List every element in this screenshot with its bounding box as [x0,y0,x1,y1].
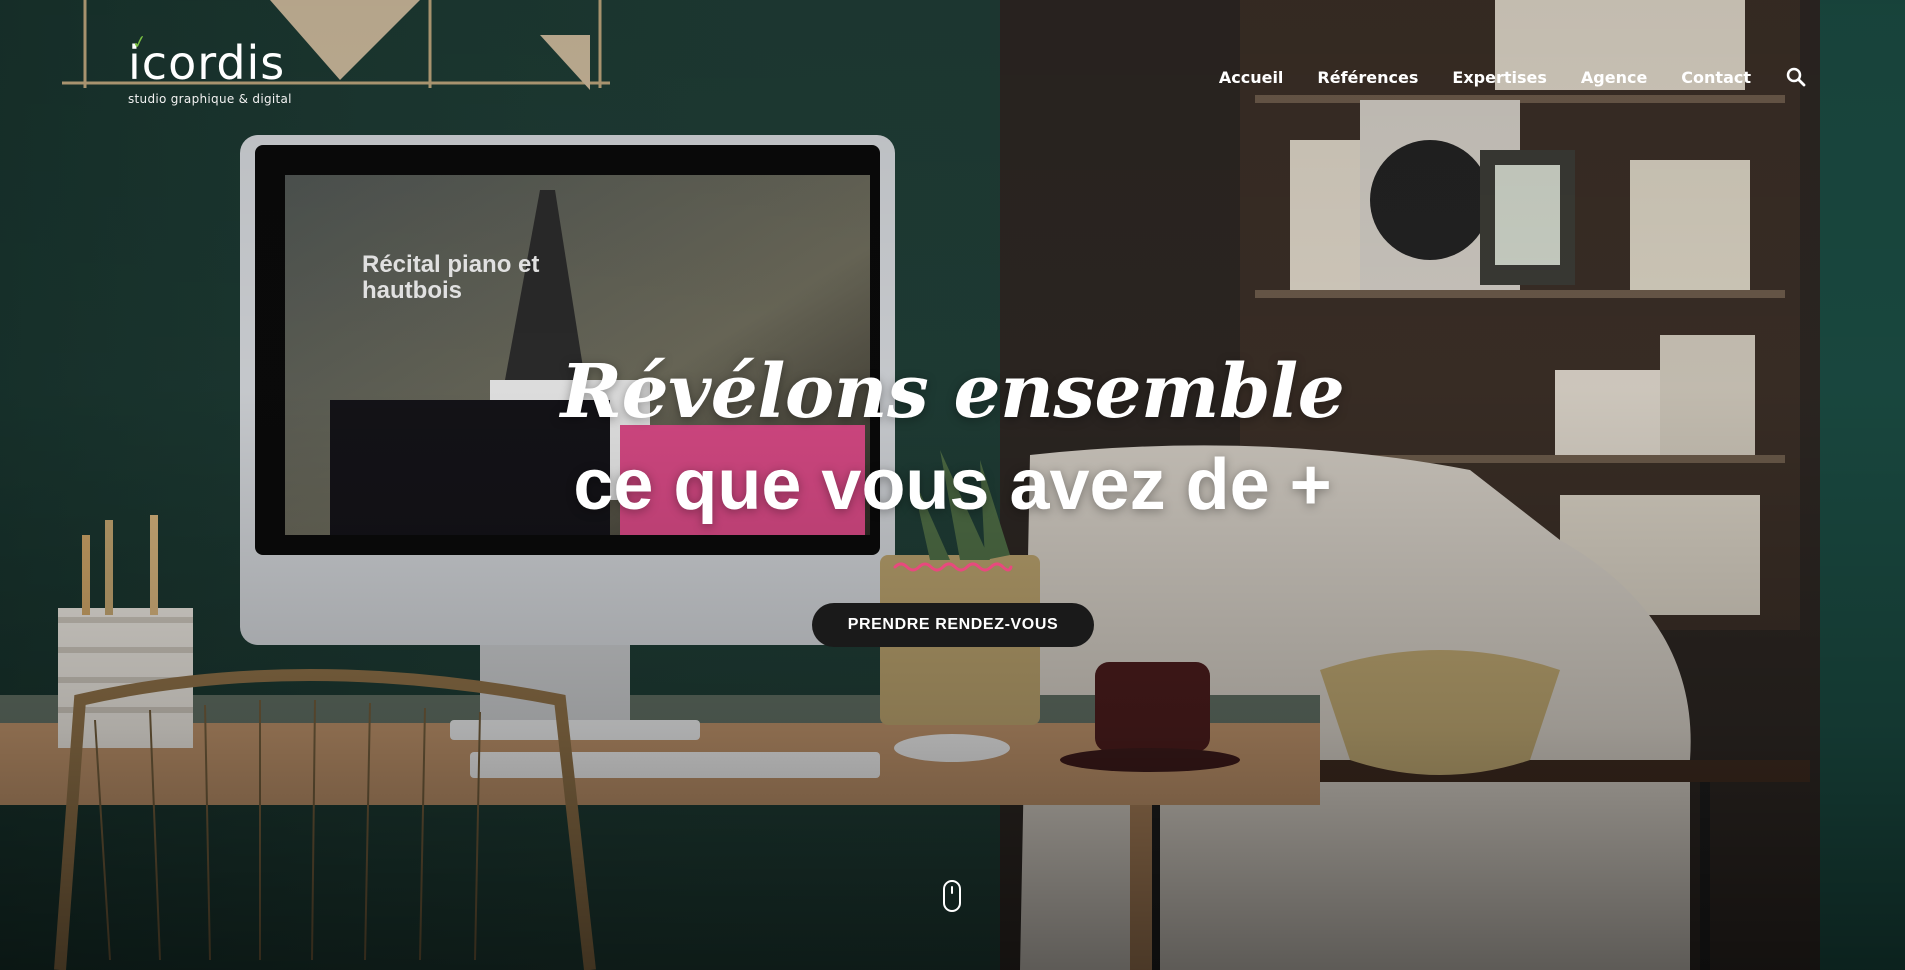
nav-item-agence[interactable]: Agence [1581,68,1647,87]
hero-title-line2: ce que vous avez de + [573,445,1332,525]
squiggle-underline-icon [893,562,1013,572]
search-icon[interactable] [1785,66,1807,88]
site-logo[interactable]: icordis ✓ studio graphique & digital [128,31,292,106]
nav-item-contact[interactable]: Contact [1681,68,1751,87]
nav-item-references[interactable]: Références [1317,68,1418,87]
nav-item-accueil[interactable]: Accueil [1219,68,1284,87]
hero-headline: Révélons ensemble ce que vous avez de + [0,355,1905,521]
logo-wordmark: icordis [128,36,286,90]
screen-title-line2: hautbois [362,277,462,304]
book-appointment-button[interactable]: PRENDRE RENDEZ-VOUS [812,603,1094,647]
main-nav: Accueil Références Expertises Agence Con… [1219,66,1807,88]
nav-item-expertises[interactable]: Expertises [1452,68,1546,87]
logo-tagline: studio graphique & digital [128,92,292,106]
mouse-scroll-icon[interactable] [942,879,962,913]
hero-title-line1: Révélons ensemble [560,349,1345,435]
screen-title-line1: Récital piano et [362,251,539,278]
